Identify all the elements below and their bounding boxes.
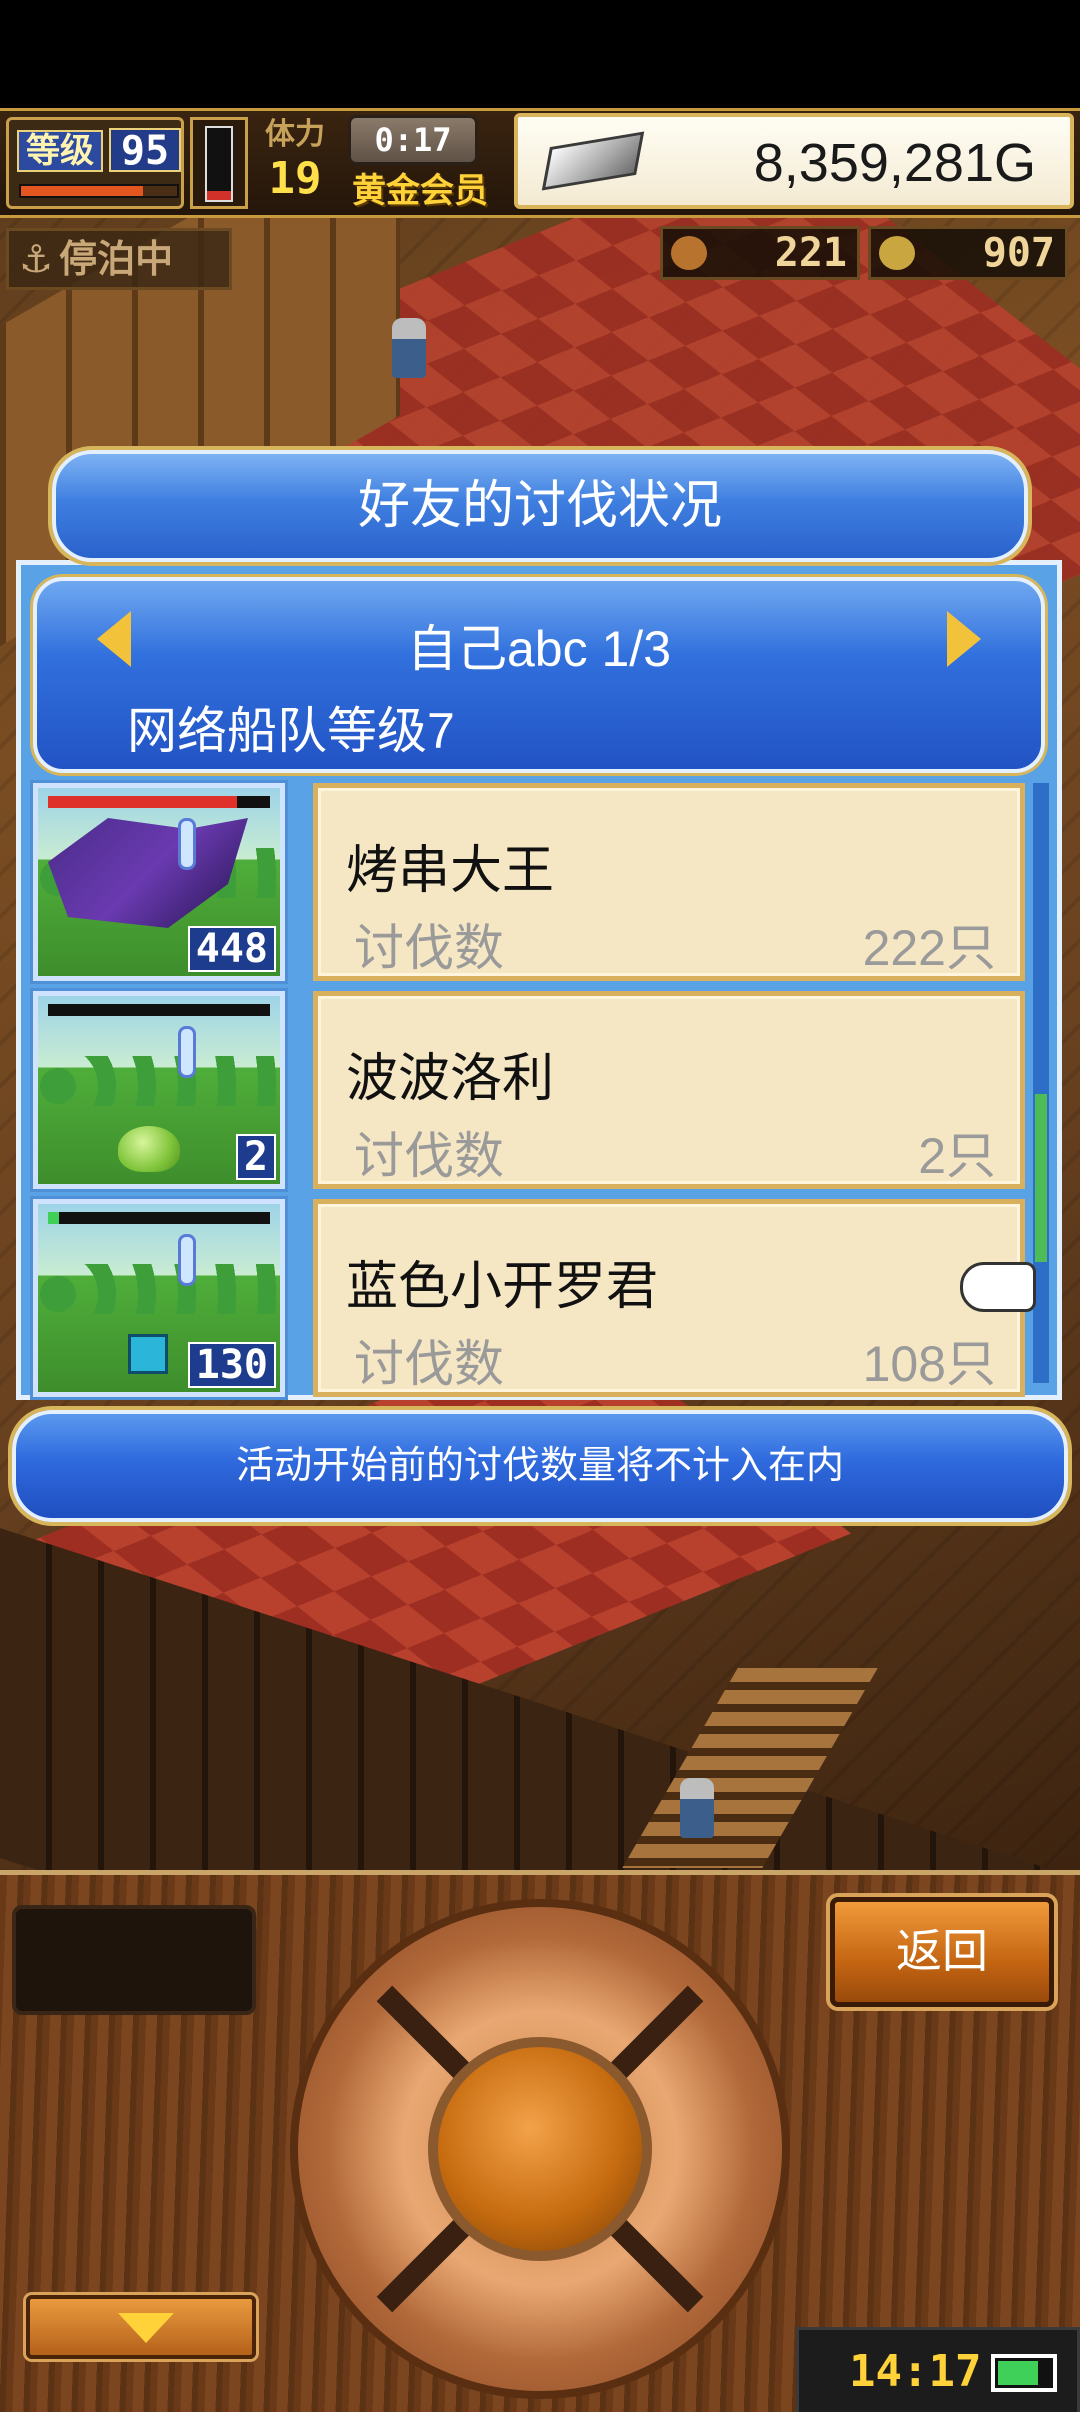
entry-info-card: 波波洛利 讨伐数 2只 [313, 991, 1025, 1189]
mini-screen-slot [12, 1905, 256, 2015]
directional-pad[interactable] [290, 1899, 790, 2399]
clock-display: 14:17 [796, 2327, 1080, 2412]
hp-bar [48, 1212, 270, 1224]
list-item[interactable]: 130 蓝色小开罗君 讨伐数 108只 [30, 1196, 1033, 1400]
resource-b-value: 907 [982, 230, 1055, 276]
list-item[interactable]: 448 烤串大王 讨伐数 222只 [30, 780, 1033, 984]
resource-b-panel: 907 [868, 226, 1068, 280]
experience-bar-fill [21, 186, 143, 196]
docked-status-label: 停泊中 [59, 237, 174, 281]
kill-count-value: 222只 [862, 920, 996, 976]
crew-sprite [680, 1778, 714, 1838]
kill-count-value: 2只 [918, 1128, 996, 1184]
hp-bar-fill [48, 796, 237, 808]
kill-count-label: 讨伐数 [354, 920, 504, 976]
chevron-down-icon [118, 2313, 174, 2343]
hp-bar-fill [48, 1212, 60, 1224]
entry-info-card: 蓝色小开罗君 讨伐数 108只 [313, 1199, 1025, 1397]
experience-bar [19, 184, 179, 198]
dpad-center-button[interactable] [428, 2037, 652, 2261]
kill-count-value: 108只 [862, 1336, 996, 1392]
friend-entry-name: 烤串大王 [346, 842, 555, 900]
dark-warrior-monster-icon [48, 818, 248, 928]
stamina-label: 体力 [265, 117, 325, 152]
dialog-title: 好友的讨伐状况 [52, 450, 1028, 562]
battery-level-fill [998, 2361, 1039, 2385]
monster-thumbnail: 130 [30, 1196, 288, 1400]
friend-header: 自己abc 1/3 网络船队等级7 [33, 577, 1045, 773]
stamina-value: 19 [268, 153, 322, 204]
monster-count-badge: 448 [187, 926, 276, 972]
list-scrollbar-thumb[interactable] [1035, 1094, 1047, 1263]
bag-icon [671, 236, 707, 270]
stamina-timer: 0:17 [348, 115, 478, 165]
friend-entry-name: 蓝色小开罗君 [346, 1258, 659, 1316]
stamina-gauge-panel [190, 117, 248, 209]
friend-name: 自己abc 1/3 [406, 621, 671, 677]
resource-a-value: 221 [774, 230, 847, 276]
back-button[interactable]: 返回 [830, 1897, 1054, 2007]
forest-backdrop [38, 1264, 280, 1314]
silver-ingot-icon [541, 131, 645, 191]
exclamation-marker-icon [178, 1234, 196, 1286]
friend-hunt-dialog: 自己abc 1/3 网络船队等级7 448 烤串大王 讨伐数 222只 2 波波… [16, 560, 1062, 1400]
pointer-hand-icon [960, 1262, 1036, 1312]
blue-kairo-monster-icon [128, 1334, 168, 1374]
fleet-level: 网络船队等级7 [127, 703, 455, 759]
stamina-panel: 体力 19 [252, 115, 338, 211]
event-notice-banner: 活动开始前的讨伐数量将不计入在内 [12, 1410, 1068, 1522]
gold-panel: 8,359,281G [514, 113, 1074, 209]
friend-entry-name: 波波洛利 [346, 1050, 555, 1108]
stamina-gauge [205, 126, 233, 202]
membership-badge: 黄金会员 [352, 171, 488, 211]
level-panel: 等级 95 [6, 117, 184, 209]
monster-thumbnail: 448 [30, 780, 288, 984]
crew-sprite [392, 318, 426, 378]
clock-time: 14:17 [849, 2346, 982, 2397]
top-hud: 等级 95 体力 19 0:17 黄金会员 8,359,281G [0, 108, 1080, 218]
monster-count-badge: 2 [235, 1134, 276, 1180]
forest-backdrop [38, 1056, 280, 1106]
controller-console: 返回 14:17 [0, 1870, 1080, 2412]
resource-a-panel: 221 [660, 226, 860, 280]
monster-count-badge: 130 [187, 1342, 276, 1388]
level-value: 95 [109, 128, 181, 172]
exclamation-marker-icon [178, 818, 196, 870]
battery-icon [991, 2354, 1057, 2392]
menu-toggle-button[interactable] [26, 2295, 256, 2359]
list-item[interactable]: 2 波波洛利 讨伐数 2只 [30, 988, 1033, 1192]
medal-icon [879, 236, 915, 270]
kill-count-label: 讨伐数 [354, 1336, 504, 1392]
next-friend-arrow-icon[interactable] [947, 611, 981, 667]
hp-bar [48, 796, 270, 808]
level-label: 等级 [17, 130, 103, 172]
monster-thumbnail: 2 [30, 988, 288, 1192]
docked-status: ⚓ 停泊中 [6, 228, 232, 290]
anchor-icon: ⚓ [19, 237, 54, 281]
kill-count-label: 讨伐数 [354, 1128, 504, 1184]
exclamation-marker-icon [178, 1026, 196, 1078]
hp-bar [48, 1004, 270, 1016]
entry-info-card: 烤串大王 讨伐数 222只 [313, 783, 1025, 981]
stamina-gauge-fill [207, 191, 231, 200]
green-slime-monster-icon [118, 1126, 180, 1172]
gold-value: 8,359,281G [753, 133, 1036, 193]
